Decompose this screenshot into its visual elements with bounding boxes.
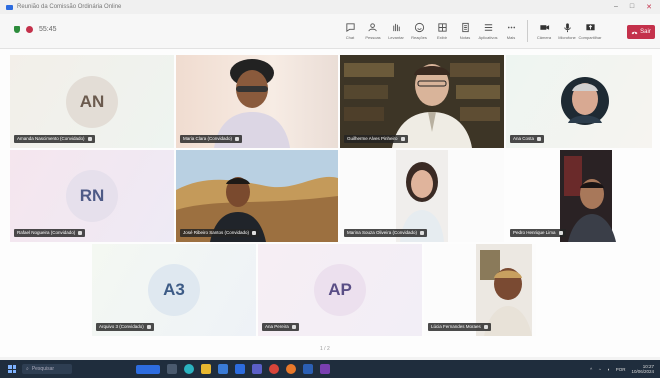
view-icon <box>437 23 447 32</box>
share-button[interactable]: Compartilhar <box>579 18 601 44</box>
chevron-up-icon[interactable]: ^ <box>590 367 592 372</box>
participant-name: Rafael Nogueira (Convidado) <box>14 229 86 237</box>
notes-icon <box>461 22 469 33</box>
task-view-icon[interactable] <box>167 364 177 374</box>
store-icon[interactable] <box>218 364 228 374</box>
mic-icon <box>420 230 425 235</box>
window-controls: – □ ✕ <box>614 3 652 11</box>
recording-icon <box>26 26 33 33</box>
maximize-icon[interactable]: □ <box>630 3 634 11</box>
more-icon <box>507 26 515 29</box>
avatar: AN <box>66 75 118 128</box>
apps-icon <box>484 24 492 31</box>
teams-icon[interactable] <box>252 364 262 374</box>
teams-app-icon <box>6 4 13 10</box>
mic-icon <box>78 230 83 235</box>
participant-video[interactable]: Marina Souza Oliveira (Convidado) <box>340 150 504 242</box>
camera-icon <box>539 25 549 30</box>
view-button[interactable]: Exibir <box>432 18 452 44</box>
apps-button[interactable]: Aplicativos <box>478 18 498 44</box>
search-icon: ⌕ <box>26 366 29 372</box>
system-tray: ^ ◔ ◖ POR 10:27 10/06/2024 <box>590 364 654 375</box>
share-icon <box>585 24 595 31</box>
elapsed-time: 55:45 <box>39 26 57 33</box>
video-gallery: AN Amanda Nascimento (Convidado) Maria C… <box>0 49 660 357</box>
avatar: A3 <box>148 264 200 316</box>
chat-icon <box>345 23 355 33</box>
people-button[interactable]: Pessoas <box>363 18 383 44</box>
word-icon[interactable] <box>303 364 313 374</box>
participant-name: José Ribeiro Santos (Convidado) <box>180 229 260 237</box>
participant-video[interactable]: Lúcia Fernandes Moraes <box>424 244 536 336</box>
participant-video[interactable]: Pedro Henrique Lima <box>506 150 652 242</box>
more-button[interactable]: Mais <box>501 18 521 44</box>
reactions-icon <box>414 22 424 33</box>
raise-hand-button[interactable]: Levantar <box>386 18 406 44</box>
clock[interactable]: 10:27 10/06/2024 <box>631 364 654 375</box>
participant-name: Amanda Nascimento (Convidado) <box>14 135 95 143</box>
participant-video[interactable]: José Ribeiro Santos (Convidado) <box>176 150 338 242</box>
reactions-button[interactable]: Reações <box>409 18 429 44</box>
mic-icon <box>291 324 296 329</box>
news-widget-icon[interactable] <box>136 364 160 374</box>
participant-name: Lúcia Fernandes Moraes <box>428 323 491 331</box>
shield-icon <box>14 26 20 33</box>
avatar: RN <box>66 170 118 222</box>
window-title: Reunião da Comissão Ordinária Online <box>17 4 122 10</box>
file-explorer-icon[interactable] <box>201 364 211 374</box>
participant-tile[interactable]: A3 Arquivo 3 (Convidado) <box>92 244 256 336</box>
phone-icon <box>631 31 638 34</box>
meeting-status: 55:45 <box>14 26 57 33</box>
participant-video[interactable]: Ana Costa <box>506 55 652 148</box>
participant-tile[interactable]: AP Ana Pereira <box>258 244 422 336</box>
participant-name: Guilherme Alves Pinheiro <box>344 135 408 143</box>
mic-icon <box>87 136 92 141</box>
participant-tile[interactable]: AN Amanda Nascimento (Convidado) <box>10 55 174 148</box>
mic-icon <box>537 136 542 141</box>
mail-icon[interactable] <box>235 364 245 374</box>
participant-tile[interactable]: RN Rafael Nogueira (Convidado) <box>10 150 174 242</box>
firefox-icon[interactable] <box>286 364 296 374</box>
wifi-icon[interactable]: ◔ <box>598 367 601 372</box>
minimize-icon[interactable]: – <box>614 3 618 11</box>
edge-icon[interactable] <box>184 364 194 374</box>
volume-icon[interactable]: ◖ <box>607 367 610 372</box>
participant-name: Ana Pereira <box>262 323 299 331</box>
leave-button[interactable]: Sair <box>627 25 655 39</box>
participant-video[interactable]: Maria Clara (Convidado) <box>176 55 338 148</box>
close-icon[interactable]: ✕ <box>646 3 652 11</box>
microphone-button[interactable]: Microfone <box>557 18 577 44</box>
gallery-pager[interactable]: 1 / 2 <box>320 346 330 352</box>
hand-icon <box>392 23 400 32</box>
chrome-icon[interactable] <box>269 364 279 374</box>
mic-icon <box>400 136 405 141</box>
mic-icon <box>563 23 571 33</box>
mic-icon <box>558 230 563 235</box>
camera-button[interactable]: Câmera <box>534 18 554 44</box>
toolbar-divider <box>527 20 528 42</box>
notes-button[interactable]: Notas <box>455 18 475 44</box>
participant-name: Marina Souza Oliveira (Convidado) <box>344 229 428 237</box>
mic-icon <box>146 324 151 329</box>
participant-name: Pedro Henrique Lima <box>510 229 566 237</box>
avatar: AP <box>314 264 366 316</box>
participant-name: Maria Clara (Convidado) <box>180 135 243 143</box>
toolbar-buttons: Chat Pessoas Levantar Reações Exibir Not… <box>340 18 601 44</box>
participant-name: Ana Costa <box>510 135 545 143</box>
taskbar: ⌕ Pesquisar ^ ◔ ◖ POR 10:27 10/06/2024 <box>0 360 660 378</box>
mic-icon <box>252 230 257 235</box>
meeting-toolbar: 55:45 Chat Pessoas Levantar Reações Exib… <box>0 14 660 49</box>
taskbar-search[interactable]: ⌕ Pesquisar <box>22 364 72 374</box>
participant-video[interactable]: Guilherme Alves Pinheiro <box>340 55 504 148</box>
onenote-icon[interactable] <box>320 364 330 374</box>
participant-name: Arquivo 3 (Convidado) <box>96 323 154 331</box>
chat-button[interactable]: Chat <box>340 18 360 44</box>
windows-start-icon[interactable] <box>8 365 16 373</box>
title-bar: Reunião da Comissão Ordinária Online – □… <box>0 0 660 14</box>
input-language[interactable]: POR <box>616 367 626 372</box>
mic-icon <box>483 324 488 329</box>
people-icon <box>367 23 377 32</box>
mic-icon <box>235 136 240 141</box>
